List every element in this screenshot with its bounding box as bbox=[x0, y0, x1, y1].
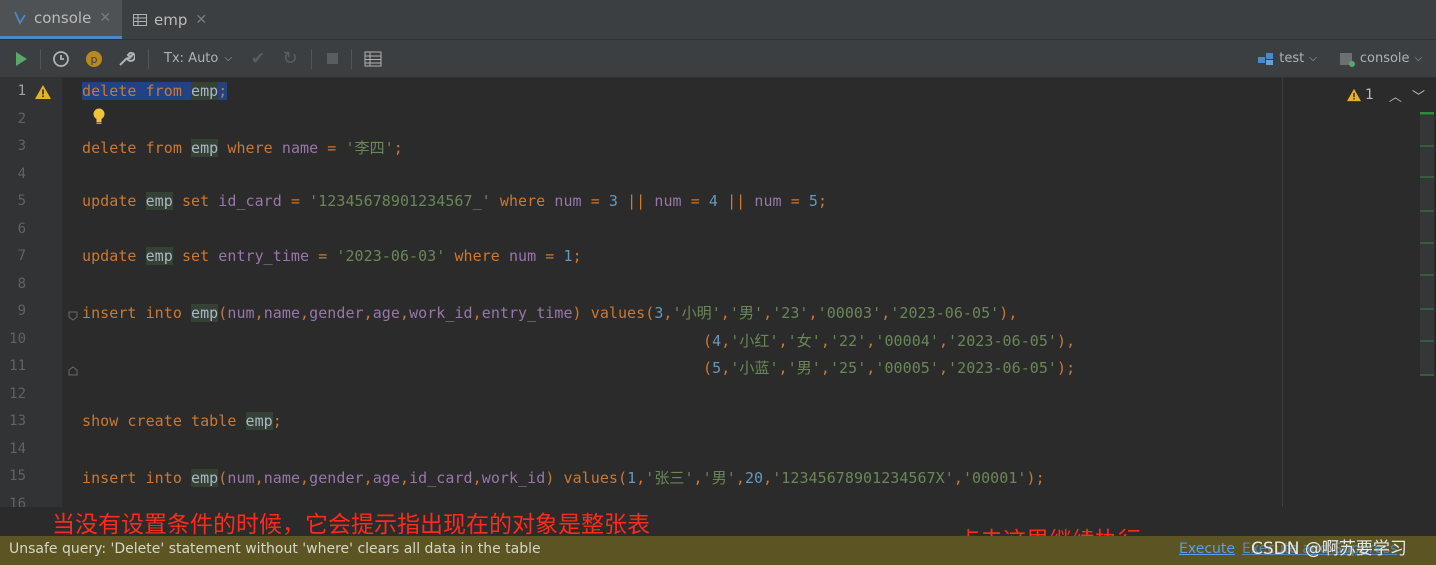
chevron-down-icon: ⌵ bbox=[1309, 53, 1317, 64]
tab-console[interactable]: console ✕ bbox=[0, 0, 122, 39]
lightbulb-icon[interactable] bbox=[91, 107, 107, 129]
unsafe-query-banner: Unsafe query: 'Delete' statement without… bbox=[0, 536, 1436, 565]
tab-emp[interactable]: emp ✕ bbox=[122, 0, 222, 39]
warning-icon bbox=[1347, 88, 1361, 102]
line-gutter: 1 2 3 4 5 6 7 8 9 10 11 12 13 14 15 16 bbox=[0, 78, 78, 507]
toolbar-divider bbox=[311, 49, 312, 69]
code-line-1[interactable]: delete from emp; bbox=[82, 82, 228, 100]
line-number: 7 bbox=[17, 248, 26, 264]
line-number: 8 bbox=[17, 276, 26, 292]
clock-icon bbox=[53, 50, 69, 67]
tab-emp-label: emp bbox=[154, 10, 188, 29]
check-icon: ✔ bbox=[250, 48, 266, 69]
tx-mode-label: Tx: Auto bbox=[164, 51, 219, 66]
history-button[interactable] bbox=[48, 40, 74, 77]
line-number: 1 bbox=[17, 83, 26, 99]
code-line-7[interactable]: update emp set entry_time = '2023-06-03'… bbox=[82, 247, 582, 265]
code-line-3[interactable]: delete from emp where name = '李四'; bbox=[82, 137, 403, 158]
line-number: 9 bbox=[17, 303, 26, 319]
chevron-down-icon: ⌵ bbox=[224, 53, 232, 64]
code-line-15[interactable]: insert into emp(num,name,gender,age,id_c… bbox=[82, 467, 1045, 488]
session-selector[interactable]: console ⌵ bbox=[1334, 40, 1426, 77]
code-line-10[interactable]: (4,'小红','女','22','00004','2023-06-05'), bbox=[703, 330, 1075, 351]
line-number: 6 bbox=[17, 221, 26, 237]
console-toolbar: p Tx: Auto ⌵ ✔ ↻ test ⌵ console ⌵ bbox=[0, 40, 1436, 78]
line-number: 2 bbox=[17, 111, 26, 127]
line-number: 5 bbox=[17, 193, 26, 209]
line-number: 4 bbox=[17, 166, 26, 182]
code-line-13[interactable]: show create table emp; bbox=[82, 412, 282, 430]
chevron-up-icon[interactable]: ︿ bbox=[1389, 86, 1402, 105]
toolbar-divider bbox=[148, 49, 149, 69]
line-number: 3 bbox=[17, 138, 26, 154]
line-number: 14 bbox=[9, 441, 26, 457]
close-icon[interactable]: ✕ bbox=[99, 10, 111, 26]
line-number: 13 bbox=[9, 413, 26, 429]
banner-message: Unsafe query: 'Delete' statement without… bbox=[9, 541, 541, 557]
play-icon bbox=[16, 51, 27, 66]
selected-statement[interactable]: delete from emp; bbox=[82, 82, 228, 100]
commit-button[interactable]: ✔ bbox=[245, 40, 271, 77]
session-icon bbox=[1339, 52, 1355, 67]
undo-icon: ↻ bbox=[282, 48, 298, 69]
toolbar-divider bbox=[40, 49, 41, 69]
datasource-label: test bbox=[1279, 51, 1305, 66]
line-number: 16 bbox=[9, 496, 26, 507]
scrollbar-thumb[interactable] bbox=[1420, 114, 1434, 376]
annotation-note-left: 当没有设置条件的时候，它会提示指出现在的对象是整张表 bbox=[52, 512, 650, 538]
line-number: 10 bbox=[9, 331, 26, 347]
chevron-down-icon: ⌵ bbox=[1414, 53, 1423, 64]
datasource-selector[interactable]: test ⌵ bbox=[1254, 40, 1320, 77]
p-icon: p bbox=[86, 50, 102, 67]
stop-icon bbox=[326, 53, 338, 64]
database-icon bbox=[1258, 52, 1274, 65]
tab-console-label: console bbox=[34, 9, 92, 27]
parameters-button[interactable]: p bbox=[81, 40, 107, 77]
toolbar-divider bbox=[351, 49, 352, 69]
sql-editor[interactable]: 1 2 3 4 5 6 7 8 9 10 11 12 13 14 15 16 d… bbox=[0, 78, 1436, 507]
code-line-9[interactable]: insert into emp(num,name,gender,age,work… bbox=[82, 302, 1017, 323]
execute-link[interactable]: Execute bbox=[1179, 541, 1235, 557]
settings-button[interactable] bbox=[113, 40, 139, 77]
run-button[interactable] bbox=[8, 40, 34, 77]
wrench-icon bbox=[119, 51, 135, 66]
line-number: 11 bbox=[9, 358, 26, 374]
table-icon bbox=[132, 12, 148, 28]
svg-text:p: p bbox=[91, 53, 98, 66]
stop-button[interactable] bbox=[319, 40, 345, 77]
grid-view-icon bbox=[364, 51, 382, 66]
rollback-button[interactable]: ↻ bbox=[277, 40, 303, 77]
session-label: console bbox=[1359, 51, 1410, 66]
output-view-button[interactable] bbox=[360, 40, 386, 77]
warning-count: 1 bbox=[1365, 87, 1374, 103]
fold-end-icon[interactable] bbox=[67, 362, 79, 381]
editor-tab-bar: console ✕ emp ✕ bbox=[0, 0, 1436, 40]
tx-mode-dropdown[interactable]: Tx: Auto ⌵ bbox=[158, 40, 238, 77]
error-stripe[interactable] bbox=[1414, 78, 1436, 507]
right-margin-guide bbox=[1282, 78, 1283, 507]
console-icon bbox=[12, 10, 28, 26]
close-icon[interactable]: ✕ bbox=[195, 12, 207, 28]
line-number: 12 bbox=[9, 386, 26, 402]
warning-icon[interactable] bbox=[34, 84, 52, 104]
line-number: 15 bbox=[9, 468, 26, 484]
code-line-5[interactable]: update emp set id_card = '12345678901234… bbox=[82, 192, 827, 210]
code-line-11[interactable]: (5,'小蓝','男','25','00005','2023-06-05'); bbox=[703, 357, 1075, 378]
fold-icon[interactable] bbox=[67, 307, 79, 326]
watermark: CSDN @啊苏要学习 bbox=[1251, 539, 1407, 559]
